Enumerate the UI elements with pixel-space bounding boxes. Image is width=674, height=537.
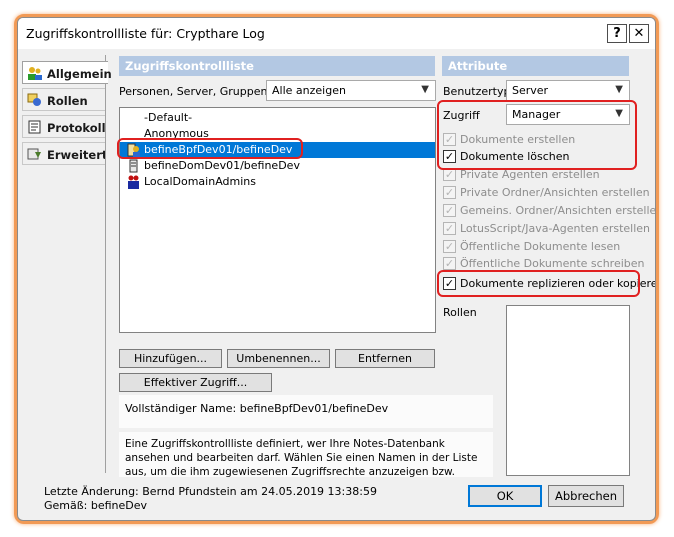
last-change-text: Letzte Änderung: Bernd Pfundstein am 24.… — [44, 485, 377, 498]
people-icon — [28, 67, 42, 80]
filter-select[interactable]: Alle anzeigen ▼ — [266, 80, 436, 101]
log-icon — [28, 120, 41, 134]
according-to-text: Gemäß: befineDev — [44, 499, 148, 512]
roles-label: Rollen — [443, 306, 477, 319]
description-text: Eine Zugriffskontrollliste definiert, we… — [125, 438, 478, 477]
tab-protokoll[interactable]: Protokoll — [22, 115, 106, 138]
checkbox-checked-icon: ✓ — [443, 186, 456, 199]
roles-listbox[interactable] — [506, 305, 630, 476]
tab-label: Protokoll — [47, 121, 106, 135]
filter-select-value: Alle anzeigen — [272, 84, 346, 97]
description-box: Eine Zugriffskontrollliste definiert, we… — [119, 432, 493, 477]
perm-label: Private Ordner/Ansichten erstellen — [460, 186, 650, 199]
tab-allgemein[interactable]: Allgemein — [22, 61, 112, 84]
acl-entry[interactable]: LocalDomainAdmins — [120, 174, 435, 190]
title-bar: Zugriffskontrollliste für: Crypthare Log… — [18, 18, 655, 49]
ok-button[interactable]: OK — [468, 485, 542, 507]
user-type-select[interactable]: Server ▼ — [506, 80, 630, 101]
replicate-annotation — [437, 270, 640, 297]
attributes-section-header: Attribute — [442, 56, 629, 76]
help-button[interactable]: ? — [607, 24, 627, 43]
group-icon — [128, 175, 139, 189]
acl-entry-label: LocalDomainAdmins — [144, 175, 256, 188]
effective-access-button[interactable]: Effektiver Zugriff... — [119, 373, 272, 392]
checkbox-checked-icon: ✓ — [443, 240, 456, 253]
acl-section-header: Zugriffskontrollliste — [119, 56, 435, 76]
checkbox-checked-icon: ✓ — [443, 222, 456, 235]
remove-button[interactable]: Entfernen — [335, 349, 435, 368]
acl-entry-label: befineDomDev01/befineDev — [144, 159, 300, 172]
perm-label: LotusScript/Java-Agenten erstellen — [460, 222, 651, 235]
perm-label: Öffentliche Dokumente schreiben — [460, 257, 645, 270]
acl-entry[interactable]: befineDomDev01/befineDev — [120, 158, 435, 174]
server-icon — [129, 159, 138, 173]
close-button[interactable]: ✕ — [629, 24, 649, 43]
tab-rollen[interactable]: Rollen — [22, 88, 106, 111]
chevron-down-icon: ▼ — [615, 84, 623, 95]
user-type-select-value: Server — [512, 84, 549, 97]
cancel-button[interactable]: Abbrechen — [548, 485, 624, 507]
tab-label: Erweitert — [47, 148, 108, 162]
tab-erweitert[interactable]: Erweitert — [22, 142, 108, 165]
perm-label: Öffentliche Dokumente lesen — [460, 240, 621, 253]
checkbox-checked-icon: ✓ — [443, 257, 456, 270]
checkbox-checked-icon: ✓ — [443, 204, 456, 217]
tab-label: Allgemein — [47, 67, 112, 81]
filter-label: Personen, Server, Gruppen — [119, 85, 268, 98]
window-title: Zugriffskontrollliste für: Crypthare Log — [26, 26, 265, 41]
chevron-down-icon: ▼ — [421, 84, 429, 95]
selected-entry-annotation — [117, 138, 303, 159]
full-name-box: Vollständiger Name: befineBpfDev01/befin… — [119, 395, 493, 428]
access-annotation — [437, 100, 637, 170]
acl-entry[interactable]: -Default- — [120, 110, 435, 126]
full-name-text: Vollständiger Name: befineBpfDev01/befin… — [125, 402, 389, 415]
rename-button[interactable]: Umbenennen... — [227, 349, 330, 368]
advanced-icon — [27, 148, 41, 160]
roles-icon — [27, 93, 41, 106]
perm-label: Gemeins. Ordner/Ansichten erstellen — [460, 204, 656, 217]
tab-label: Rollen — [47, 94, 88, 108]
acl-dialog: Zugriffskontrollliste für: Crypthare Log… — [17, 17, 656, 521]
acl-entry-label: -Default- — [144, 111, 193, 124]
user-type-label: Benutzertyp — [443, 85, 511, 98]
add-button[interactable]: Hinzufügen... — [119, 349, 222, 368]
